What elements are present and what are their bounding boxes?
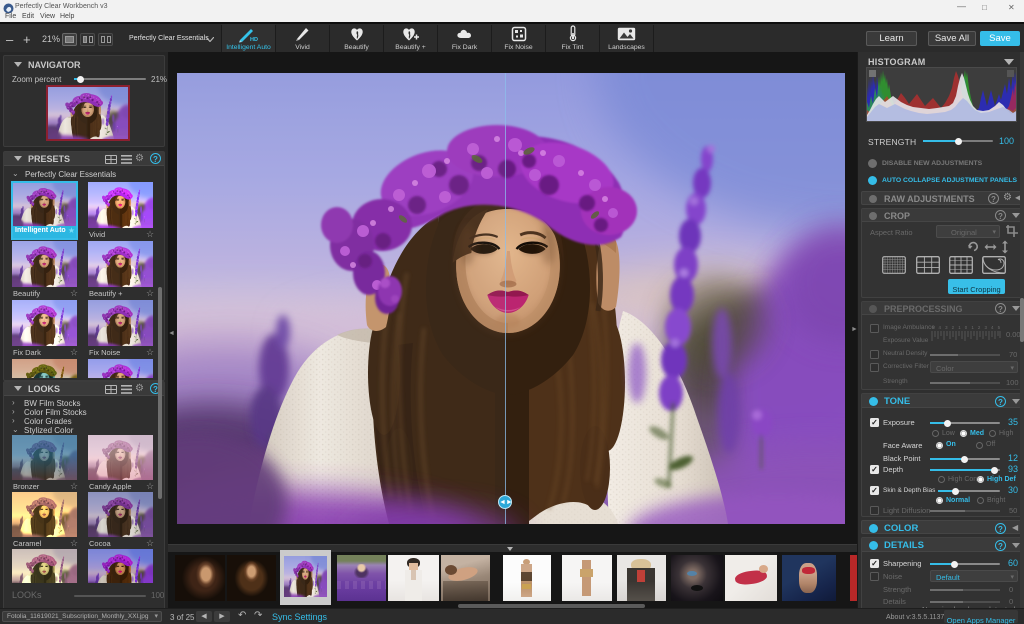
svg-text:5 4 3 2 1 0 1 2 3 4 5: 5 4 3 2 1 0 1 2 3 4 5 <box>932 325 1002 330</box>
svg-text:HD: HD <box>250 37 258 43</box>
